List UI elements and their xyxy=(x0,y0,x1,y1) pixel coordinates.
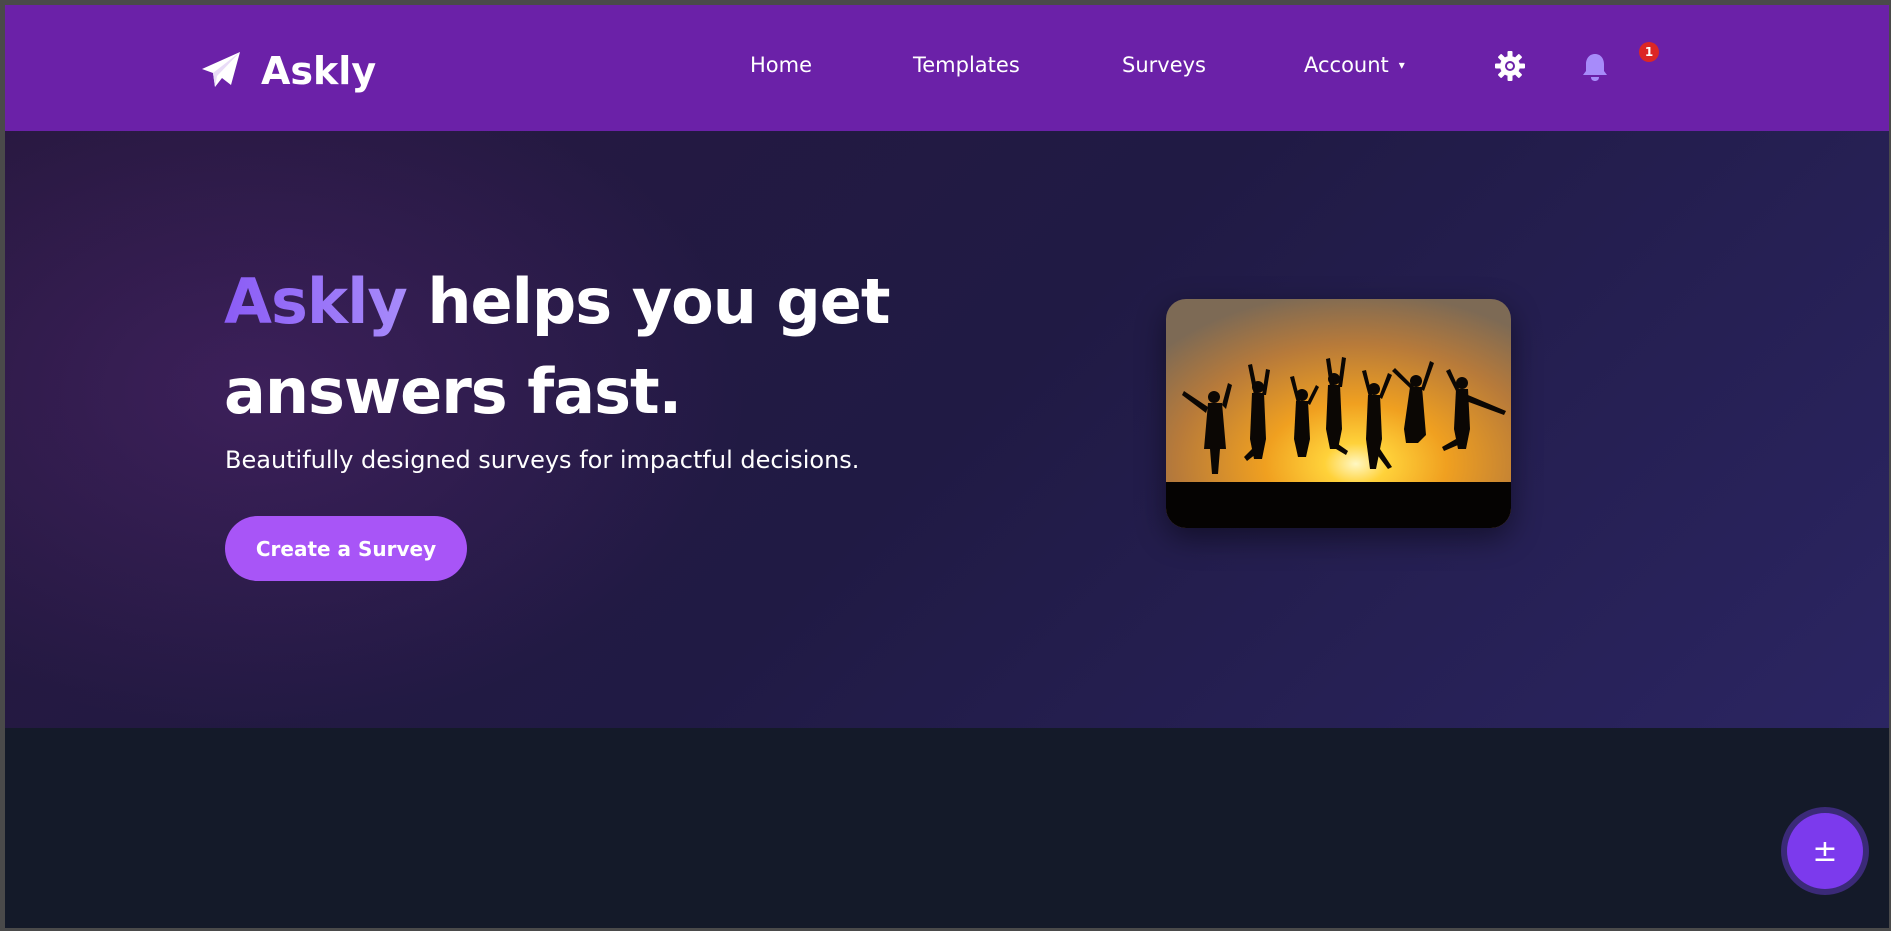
nav-surveys-link[interactable]: Surveys xyxy=(1122,53,1206,77)
brand-name: Askly xyxy=(261,49,377,93)
bell-icon[interactable] xyxy=(1581,52,1609,82)
hero-subheadline: Beautifully designed surveys for impactf… xyxy=(225,446,860,474)
hero-section: Askly helps you get answers fast. Beauti… xyxy=(5,131,1889,728)
gear-icon[interactable] xyxy=(1494,50,1526,82)
hero-image xyxy=(1166,299,1511,528)
headline-brand-accent: Askly xyxy=(224,265,408,338)
nav-account-dropdown[interactable]: Account ▾ xyxy=(1304,53,1405,77)
nav-templates-link[interactable]: Templates xyxy=(913,53,1020,77)
paper-plane-icon xyxy=(202,52,240,87)
nav-home-link[interactable]: Home xyxy=(750,53,812,77)
top-navbar: Askly Home Templates Surveys Account ▾ 1 xyxy=(5,5,1889,131)
create-survey-button[interactable]: Create a Survey xyxy=(225,516,467,581)
nav-account-label: Account xyxy=(1304,53,1389,77)
brand-logo-link[interactable]: Askly xyxy=(199,41,376,101)
plus-minus-icon[interactable]: ± xyxy=(1787,813,1863,889)
app-frame: Askly Home Templates Surveys Account ▾ 1… xyxy=(5,5,1889,928)
chevron-down-icon: ▾ xyxy=(1398,58,1405,72)
notification-count-badge: 1 xyxy=(1639,42,1659,62)
sunset-silhouettes-image xyxy=(1166,299,1511,528)
hero-headline: Askly helps you get answers fast. xyxy=(224,257,1024,437)
